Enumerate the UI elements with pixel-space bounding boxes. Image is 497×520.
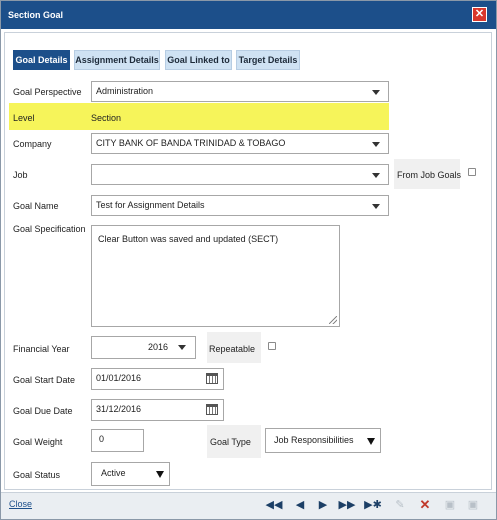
last-icon[interactable]: ▶▶	[338, 497, 356, 513]
edit-icon[interactable]: ✎	[391, 497, 409, 513]
close-link[interactable]: Close	[9, 499, 32, 509]
resize-grip-icon[interactable]	[329, 316, 337, 324]
tab-goal-linked-to[interactable]: Goal Linked to	[165, 50, 232, 70]
goal-weight-input[interactable]: 0	[91, 429, 144, 452]
goal-weight-label: Goal Weight	[13, 437, 63, 447]
goal-start-date-label: Goal Start Date	[13, 375, 76, 385]
close-icon[interactable]: ✕	[472, 7, 487, 22]
previous-icon[interactable]: ◀	[291, 497, 309, 513]
company-value: CITY BANK OF BANDA TRINIDAD & TOBAGO	[96, 138, 286, 148]
next-icon[interactable]: ▶	[314, 497, 332, 513]
goal-due-date-label: Goal Due Date	[13, 406, 73, 416]
chevron-down-icon	[372, 204, 380, 209]
job-select[interactable]	[91, 164, 389, 185]
goal-specification-value: Clear Button was saved and updated (SECT…	[98, 234, 279, 244]
dialog-title: Section Goal	[8, 10, 64, 20]
goal-specification-textarea[interactable]: Clear Button was saved and updated (SECT…	[91, 225, 340, 327]
goal-status-label: Goal Status	[13, 470, 61, 480]
from-job-goals-checkbox[interactable]	[468, 168, 476, 176]
company-label: Company	[13, 139, 52, 149]
save-icon[interactable]: ▣	[441, 497, 459, 513]
job-label: Job	[13, 170, 28, 180]
goal-perspective-select[interactable]: Administration	[91, 81, 389, 102]
new-record-icon[interactable]: ▶✱	[363, 497, 383, 513]
level-value: Section	[91, 113, 122, 123]
delete-icon[interactable]: ✕	[416, 497, 434, 513]
goal-start-date-input[interactable]: 01/01/2016	[91, 368, 224, 390]
tab-target-details[interactable]: Target Details	[236, 50, 300, 70]
chevron-down-icon	[156, 471, 164, 478]
level-row-highlight	[9, 103, 389, 130]
goal-name-label: Goal Name	[13, 201, 59, 211]
goal-type-select[interactable]: Job Responsibilities	[265, 428, 381, 453]
financial-year-value: 2016	[148, 342, 169, 352]
calendar-icon[interactable]	[206, 373, 218, 384]
tab-goal-details[interactable]: Goal Details	[13, 50, 70, 70]
title-bar: Section Goal ✕	[1, 1, 496, 29]
goal-type-value: Job Responsibilities	[274, 435, 354, 445]
goal-start-date-value: 01/01/2016	[96, 373, 142, 383]
chevron-down-icon	[372, 173, 380, 178]
chevron-down-icon	[372, 142, 380, 147]
financial-year-label: Financial Year	[13, 344, 70, 354]
first-icon[interactable]: ◀◀	[265, 497, 283, 513]
from-job-goals-label: From Job Goals	[397, 170, 462, 180]
chevron-down-icon	[372, 90, 380, 95]
chevron-down-icon	[178, 345, 186, 350]
save-as-icon[interactable]: ▣	[464, 497, 482, 513]
company-select[interactable]: CITY BANK OF BANDA TRINIDAD & TOBAGO	[91, 133, 389, 154]
goal-status-select[interactable]: Active	[91, 462, 170, 486]
section-goal-dialog: Section Goal ✕ Goal Details Assignment D…	[0, 0, 497, 520]
repeatable-checkbox[interactable]	[268, 342, 276, 350]
tab-assignment-details[interactable]: Assignment Details	[74, 50, 160, 70]
goal-name-value: Test for Assignment Details	[96, 200, 205, 210]
chevron-down-icon	[367, 438, 375, 445]
repeatable-label: Repeatable	[209, 344, 256, 354]
goal-perspective-value: Administration	[96, 86, 154, 96]
level-label: Level	[13, 113, 35, 123]
goal-specification-label: Goal Specification	[13, 224, 86, 234]
goal-perspective-label: Goal Perspective	[13, 87, 82, 97]
goal-type-label: Goal Type	[210, 437, 251, 447]
goal-due-date-value: 31/12/2016	[96, 404, 142, 414]
goal-name-select[interactable]: Test for Assignment Details	[91, 195, 389, 216]
goal-status-value: Active	[101, 468, 126, 478]
financial-year-select[interactable]: 2016	[91, 336, 196, 359]
goal-weight-value: 0	[99, 434, 105, 444]
calendar-icon[interactable]	[206, 404, 218, 415]
goal-due-date-input[interactable]: 31/12/2016	[91, 399, 224, 421]
